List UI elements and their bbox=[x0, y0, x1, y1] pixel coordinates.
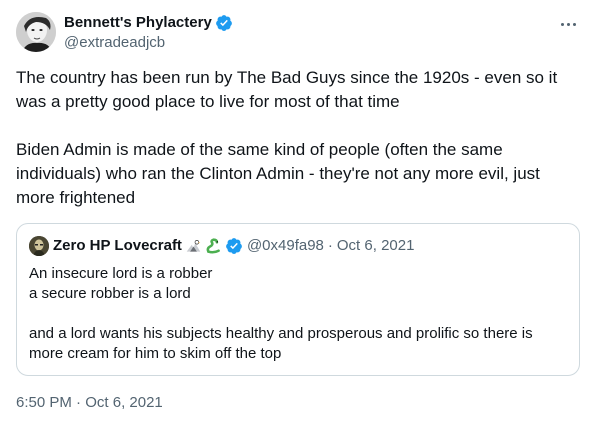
author-name-row[interactable]: Bennett's Phylactery bbox=[64, 13, 233, 33]
timestamp-time[interactable]: 6:50 PM bbox=[16, 394, 72, 411]
quoted-tweet-card[interactable]: Zero HP Lovecraft @0x49fa98 · Oct 6, 202… bbox=[16, 223, 580, 376]
verified-badge-icon bbox=[215, 15, 232, 31]
eagle-emoji-icon bbox=[186, 239, 201, 252]
quoted-verified-badge-icon bbox=[226, 238, 242, 254]
quoted-tweet-header: Zero HP Lovecraft @0x49fa98 · Oct 6, 202… bbox=[29, 236, 414, 256]
timestamp-date[interactable]: Oct 6, 2021 bbox=[85, 394, 163, 411]
quoted-author-handle: @0x49fa98 bbox=[246, 237, 324, 254]
tweet-text-line: more frightened bbox=[16, 188, 136, 207]
quoted-text-line: An insecure lord is a robber bbox=[29, 265, 213, 282]
more-dot-icon bbox=[560, 22, 564, 26]
quoted-separator: · bbox=[327, 237, 333, 254]
tweet-text-line: was a pretty good place to live for most… bbox=[16, 92, 400, 111]
quoted-text-line: more cream for him to skim off the top bbox=[29, 345, 282, 362]
snake-emoji-icon bbox=[206, 237, 220, 254]
more-options-button[interactable] bbox=[556, 12, 580, 36]
tweet-text: The country has been run by The Bad Guys… bbox=[16, 66, 576, 210]
tweet-timestamp[interactable]: 6:50 PM · Oct 6, 2021 bbox=[16, 393, 163, 413]
more-dot-icon bbox=[572, 22, 576, 26]
tweet-text-line: Biden Admin is made of the same kind of … bbox=[16, 140, 503, 159]
author-handle[interactable]: @extradeadjcb bbox=[64, 33, 165, 53]
tweet: Bennett's Phylactery @extradeadjcb The c… bbox=[0, 0, 592, 431]
more-dot-icon bbox=[566, 22, 570, 26]
quoted-author-avatar bbox=[29, 236, 49, 256]
author-avatar[interactable] bbox=[16, 12, 56, 52]
tweet-text-line: The country has been run by The Bad Guys… bbox=[16, 68, 558, 87]
quoted-date: Oct 6, 2021 bbox=[336, 237, 415, 254]
quoted-author-name: Zero HP Lovecraft bbox=[53, 237, 182, 254]
tweet-text-line: individuals) who ran the Clinton Admin -… bbox=[16, 164, 540, 183]
quoted-text-line: a secure robber is a lord bbox=[29, 285, 191, 302]
author-name[interactable]: Bennett's Phylactery bbox=[64, 13, 212, 33]
quoted-text-line: and a lord wants his subjects healthy an… bbox=[29, 325, 533, 342]
quoted-tweet-text: An insecure lord is a robber a secure ro… bbox=[29, 264, 569, 364]
timestamp-separator: · bbox=[76, 394, 82, 411]
